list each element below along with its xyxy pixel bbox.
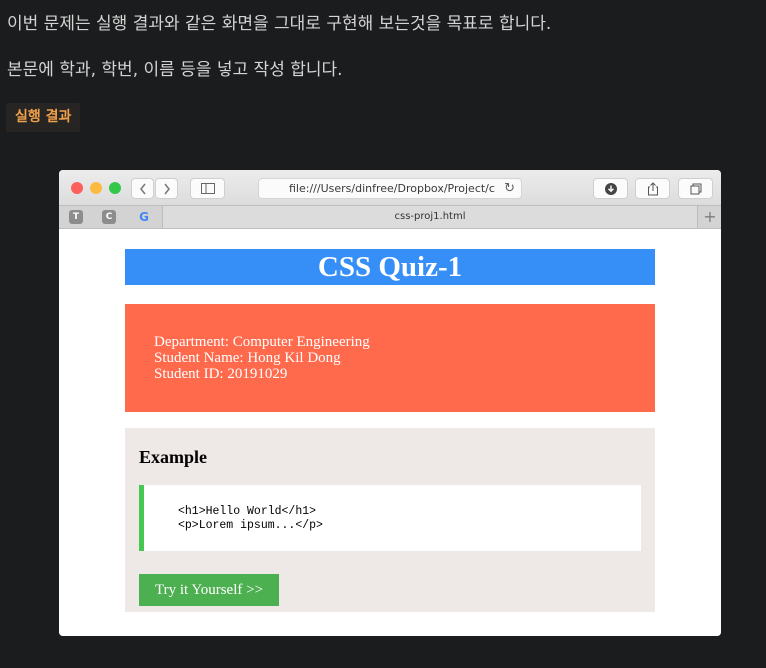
close-window-button[interactable]	[71, 182, 83, 194]
student-info-box: Department: Computer Engineering Student…	[125, 304, 655, 412]
department-text: Department: Computer Engineering	[154, 334, 370, 350]
page-content: CSS Quiz-1 Department: Computer Engineer…	[59, 229, 721, 636]
code-line-1: <h1>Hello World</h1>	[178, 505, 317, 518]
tab-bar: T C G css-proj1.html +	[59, 205, 721, 229]
forward-button[interactable]	[155, 178, 178, 199]
back-button[interactable]	[131, 178, 154, 199]
page-title: CSS Quiz-1	[125, 249, 655, 285]
minimize-window-button[interactable]	[90, 182, 102, 194]
student-id-text: Student ID: 20191029	[154, 366, 288, 382]
code-line-2: <p>Lorem ipsum...</p>	[178, 519, 323, 532]
share-button[interactable]	[635, 178, 670, 199]
chevron-right-icon	[163, 183, 170, 195]
example-heading: Example	[139, 447, 208, 467]
sidebar-toggle-button[interactable]	[190, 178, 225, 199]
url-text: file:///Users/dinfree/Dropbox/Project/c	[289, 182, 495, 195]
try-it-yourself-button[interactable]: Try it Yourself >>	[139, 574, 279, 606]
sidebar-icon	[200, 183, 215, 194]
address-bar[interactable]: file:///Users/dinfree/Dropbox/Project/c …	[258, 178, 522, 199]
code-sample: <h1>Hello World</h1> <p>Lorem ipsum...</…	[139, 485, 641, 551]
tab-css-proj1[interactable]: css-proj1.html	[162, 206, 698, 228]
pinned-tab-t[interactable]: T	[69, 210, 83, 224]
example-box: Example <h1>Hello World</h1> <p>Lorem ip…	[125, 428, 655, 612]
intro-line-2: 본문에 학과, 학번, 이름 등을 넣고 작성 합니다.	[7, 60, 343, 80]
download-icon	[604, 183, 617, 195]
reload-icon[interactable]: ↻	[504, 179, 515, 198]
result-label: 실행 결과	[6, 103, 81, 132]
download-button[interactable]	[593, 178, 628, 199]
share-icon	[647, 182, 658, 196]
intro-line-1: 이번 문제는 실행 결과와 같은 화면을 그대로 구현해 보는것을 목표로 합니…	[7, 14, 552, 34]
google-icon[interactable]: G	[137, 210, 151, 224]
student-name-text: Student Name: Hong Kil Dong	[154, 350, 341, 366]
tabs-overview-button[interactable]	[678, 178, 713, 199]
tabs-icon	[690, 183, 701, 195]
browser-window: file:///Users/dinfree/Dropbox/Project/c …	[59, 170, 721, 636]
zoom-window-button[interactable]	[109, 182, 121, 194]
chevron-left-icon	[139, 183, 146, 195]
browser-titlebar: file:///Users/dinfree/Dropbox/Project/c …	[59, 170, 721, 205]
new-tab-button[interactable]: +	[699, 206, 721, 228]
pinned-tab-c[interactable]: C	[102, 210, 116, 224]
